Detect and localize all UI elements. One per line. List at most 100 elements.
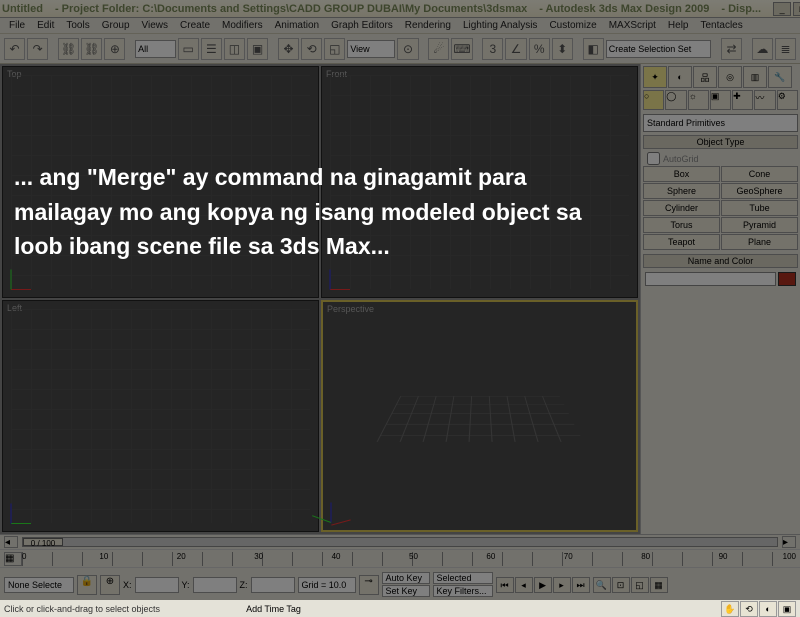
viewport-perspective[interactable]: Perspective <box>321 300 638 532</box>
manipulate-button[interactable]: ☄ <box>428 38 449 60</box>
mirror-button[interactable]: ⇄ <box>721 38 742 60</box>
sphere-button[interactable]: Sphere <box>643 183 720 199</box>
maximize-viewport-button[interactable]: ▣ <box>778 601 796 617</box>
systems-icon[interactable]: ⚙ <box>777 90 798 110</box>
pan-button[interactable]: ✋ <box>721 601 739 617</box>
menu-tentacles[interactable]: Tentacles <box>696 19 748 32</box>
motion-tab[interactable]: ◎ <box>718 66 742 88</box>
hierarchy-tab[interactable]: 品 <box>693 66 717 88</box>
box-button[interactable]: Box <box>643 166 720 182</box>
menu-grapheditors[interactable]: Graph Editors <box>326 19 398 32</box>
goto-end-button[interactable]: ⏭ <box>572 577 590 593</box>
time-tag-button[interactable]: Add Time Tag <box>246 604 301 614</box>
ref-coord-dropdown[interactable]: View <box>347 40 395 58</box>
snap-angle-button[interactable]: ∠ <box>505 38 526 60</box>
torus-button[interactable]: Torus <box>643 217 720 233</box>
cone-button[interactable]: Cone <box>721 166 798 182</box>
snap-percent-button[interactable]: % <box>529 38 550 60</box>
maximize-button[interactable]: □ <box>793 2 800 16</box>
key-icon[interactable]: ⊸ <box>359 575 379 595</box>
menu-animation[interactable]: Animation <box>270 19 324 32</box>
shapes-icon[interactable]: ◯ <box>665 90 686 110</box>
play-button[interactable]: ▶ <box>534 577 552 593</box>
utilities-tab[interactable]: 🔧 <box>768 66 792 88</box>
geosphere-button[interactable]: GeoSphere <box>721 183 798 199</box>
geometry-icon[interactable]: ○ <box>643 90 664 110</box>
menu-group[interactable]: Group <box>97 19 135 32</box>
plane-button[interactable]: Plane <box>721 234 798 250</box>
menu-customize[interactable]: Customize <box>544 19 601 32</box>
time-slider[interactable]: 0 / 100 <box>22 537 778 547</box>
menu-edit[interactable]: Edit <box>32 19 59 32</box>
keymode-dropdown[interactable]: Selected <box>433 572 493 584</box>
move-button[interactable]: ✥ <box>278 38 299 60</box>
trackbar-toggle[interactable]: ▦ <box>4 552 22 566</box>
time-thumb[interactable]: 0 / 100 <box>23 538 63 546</box>
pyramid-button[interactable]: Pyramid <box>721 217 798 233</box>
time-right-button[interactable]: ▸ <box>782 536 796 548</box>
menu-views[interactable]: Views <box>137 19 174 32</box>
prev-frame-button[interactable]: ◂ <box>515 577 533 593</box>
spacewarps-icon[interactable]: 〰 <box>754 90 775 110</box>
time-left-button[interactable]: ◂ <box>4 536 18 548</box>
select-filter-dropdown[interactable]: All <box>135 40 175 58</box>
autogrid-checkbox[interactable] <box>647 152 660 165</box>
select-button[interactable]: ▭ <box>178 38 199 60</box>
abs-rel-icon[interactable]: ⊕ <box>100 575 120 595</box>
link-button[interactable]: ⛓ <box>58 38 79 60</box>
track-bar[interactable]: 0 10 20 30 40 50 60 70 80 90 100 <box>22 552 796 566</box>
object-type-rollout[interactable]: Object Type <box>643 135 798 149</box>
layers-button[interactable]: ≣ <box>775 38 796 60</box>
zoom-extents-button[interactable]: ◱ <box>631 577 649 593</box>
name-color-rollout[interactable]: Name and Color <box>643 254 798 268</box>
undo-button[interactable]: ↶ <box>4 38 25 60</box>
helpers-icon[interactable]: ✚ <box>732 90 753 110</box>
zoom-all-button[interactable]: ⊡ <box>612 577 630 593</box>
menu-modifiers[interactable]: Modifiers <box>217 19 268 32</box>
named-sel-dropdown[interactable]: Create Selection Set <box>606 40 711 58</box>
fov-button[interactable]: ◐ <box>759 601 777 617</box>
zoom-button[interactable]: 🔍 <box>593 577 611 593</box>
menu-lighting[interactable]: Lighting Analysis <box>458 19 543 32</box>
keyfilters-button[interactable]: Key Filters... <box>433 585 493 597</box>
unlink-button[interactable]: ⛓ <box>81 38 102 60</box>
snap-3d-button[interactable]: 3 <box>482 38 503 60</box>
rotate-button[interactable]: ⟲ <box>301 38 322 60</box>
bind-button[interactable]: ⊕ <box>104 38 125 60</box>
setkey-button[interactable]: Set Key <box>382 585 430 597</box>
viewport-left[interactable]: Left <box>2 300 319 532</box>
lock-icon[interactable]: 🔒 <box>77 575 97 595</box>
create-tab[interactable]: ✦ <box>643 66 667 88</box>
object-name-input[interactable] <box>645 272 776 286</box>
minimize-button[interactable]: _ <box>773 2 791 16</box>
goto-start-button[interactable]: ⏮ <box>496 577 514 593</box>
menu-tools[interactable]: Tools <box>61 19 94 32</box>
menu-file[interactable]: File <box>4 19 30 32</box>
teapot-button[interactable]: Teapot <box>643 234 720 250</box>
arc-rotate-button[interactable]: ⟲ <box>740 601 758 617</box>
select-region-button[interactable]: ◫ <box>224 38 245 60</box>
z-input[interactable] <box>251 577 295 593</box>
window-crossing-button[interactable]: ▣ <box>247 38 268 60</box>
display-tab[interactable]: ▥ <box>743 66 767 88</box>
menu-rendering[interactable]: Rendering <box>400 19 456 32</box>
y-input[interactable] <box>193 577 237 593</box>
redo-button[interactable]: ↷ <box>27 38 48 60</box>
scale-button[interactable]: ◱ <box>324 38 345 60</box>
zoom-extents-all-button[interactable]: ▦ <box>650 577 668 593</box>
keymode-button[interactable]: ⌨ <box>451 38 472 60</box>
select-name-button[interactable]: ☰ <box>201 38 222 60</box>
next-frame-button[interactable]: ▸ <box>553 577 571 593</box>
lights-icon[interactable]: ☼ <box>688 90 709 110</box>
modify-tab[interactable]: ◐ <box>668 66 692 88</box>
color-swatch[interactable] <box>778 272 796 286</box>
x-input[interactable] <box>135 577 179 593</box>
align-button[interactable]: ☁ <box>752 38 773 60</box>
named-sel-button[interactable]: ◧ <box>583 38 604 60</box>
autokey-button[interactable]: Auto Key <box>382 572 430 584</box>
cylinder-button[interactable]: Cylinder <box>643 200 720 216</box>
tube-button[interactable]: Tube <box>721 200 798 216</box>
category-dropdown[interactable]: Standard Primitives <box>643 114 798 132</box>
menu-maxscript[interactable]: MAXScript <box>604 19 661 32</box>
snap-spinner-button[interactable]: ⬍ <box>552 38 573 60</box>
